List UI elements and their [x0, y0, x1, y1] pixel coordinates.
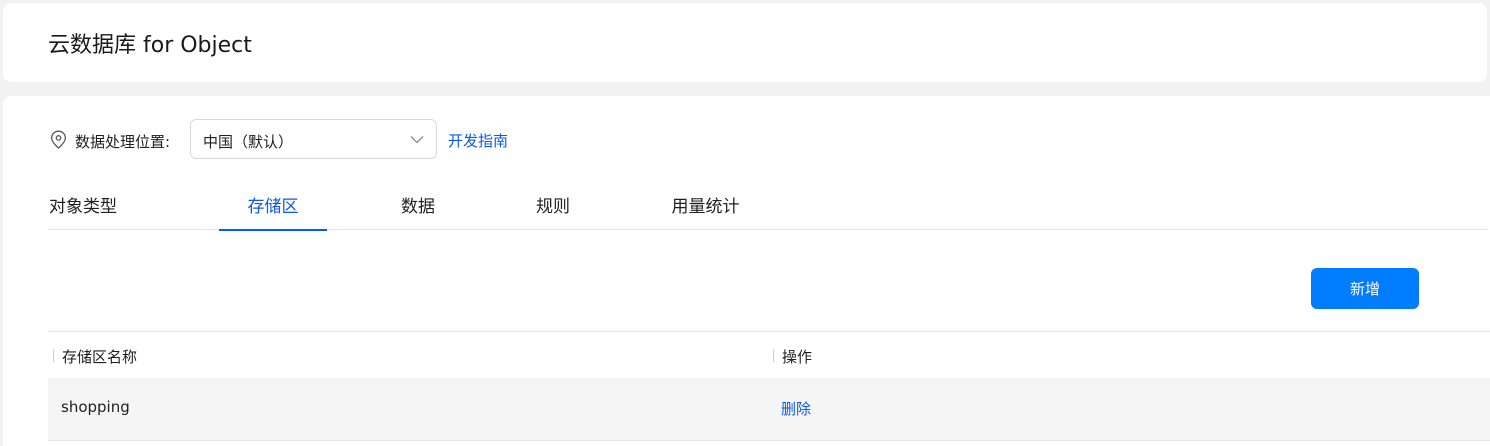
tab-bar: 对象类型 存储区 数据 规则 用量统计 — [48, 181, 1488, 231]
dev-guide-link[interactable]: 开发指南 — [448, 130, 508, 151]
location-row: 数据处理位置: 中国（默认） 开发指南 — [48, 119, 648, 159]
header-card: 云数据库 for Object — [3, 3, 1487, 82]
page-title: 云数据库 for Object — [48, 33, 252, 58]
column-header-actions: 操作 — [773, 346, 812, 367]
region-select[interactable]: 中国（默认） — [190, 119, 437, 159]
column-header-name: 存储区名称 — [53, 346, 137, 367]
chevron-down-icon — [410, 136, 424, 144]
location-pin-icon — [50, 130, 67, 149]
table-header: 存储区名称 操作 — [48, 331, 1490, 378]
tab-storage-zones[interactable]: 存储区 — [219, 181, 327, 231]
location-label: 数据处理位置: — [75, 133, 171, 151]
add-button[interactable]: 新增 — [1311, 268, 1419, 309]
tab-object-types[interactable]: 对象类型 — [48, 181, 118, 230]
region-select-value: 中国（默认） — [203, 133, 294, 151]
storage-zone-name: shopping — [61, 398, 130, 416]
storage-zone-table: 存储区名称 操作 shopping 删除 — [48, 331, 1490, 441]
main-card: 数据处理位置: 中国（默认） 开发指南 对象类型 存储区 数据 规则 用量统计 … — [3, 96, 1490, 446]
tab-rules[interactable]: 规则 — [533, 181, 573, 230]
delete-link[interactable]: 删除 — [781, 398, 811, 419]
table-row: shopping 删除 — [48, 378, 1490, 441]
tab-usage-stats[interactable]: 用量统计 — [668, 181, 743, 230]
tab-data[interactable]: 数据 — [398, 181, 438, 230]
